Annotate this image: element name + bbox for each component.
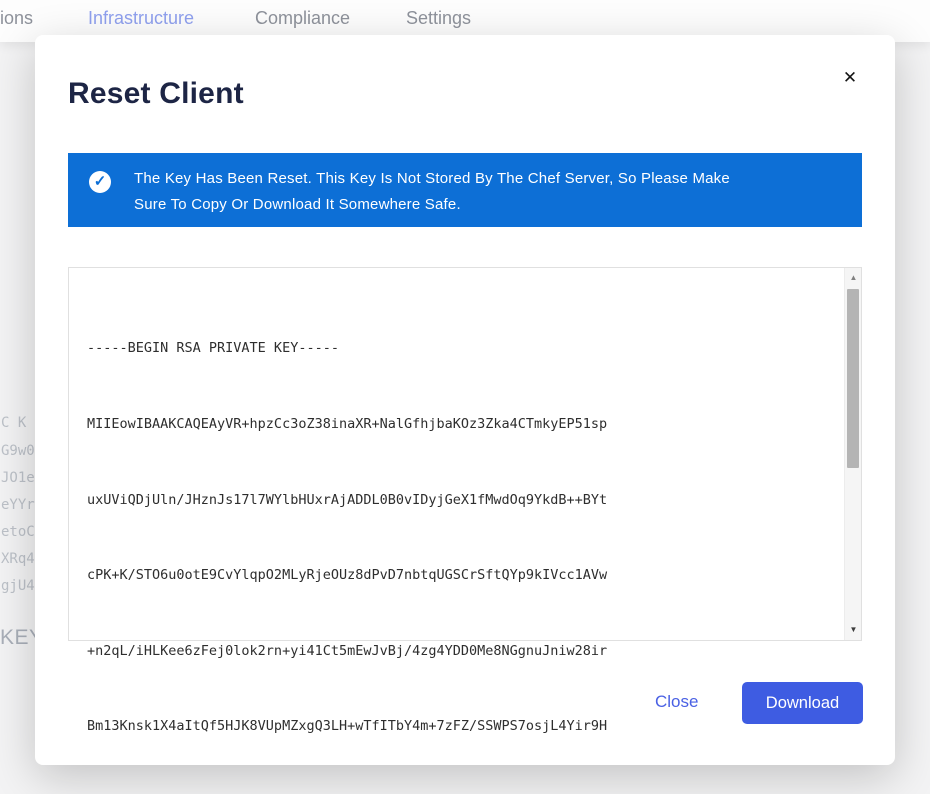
banner-message-line2: Sure To Copy Or Download It Somewhere Sa… bbox=[134, 192, 730, 218]
key-line: -----BEGIN RSA PRIVATE KEY----- bbox=[87, 336, 837, 361]
check-circle-icon: ✓ bbox=[89, 171, 111, 193]
banner-message-line1: The Key Has Been Reset. This Key Is Not … bbox=[134, 166, 730, 192]
background-key-fragment: JO1e bbox=[1, 470, 35, 486]
success-banner: ✓ The Key Has Been Reset. This Key Is No… bbox=[68, 153, 862, 227]
key-line: MIIEowIBAAKCAQEAyVR+hpzCc3oZ38inaXR+NalG… bbox=[87, 412, 837, 437]
nav-item-infrastructure[interactable]: Infrastructure bbox=[88, 8, 194, 29]
background-key-fragment: etoC bbox=[1, 524, 35, 540]
modal-title: Reset Client bbox=[68, 77, 244, 111]
private-key-textarea[interactable]: -----BEGIN RSA PRIVATE KEY----- MIIEowIB… bbox=[68, 267, 862, 641]
reset-client-modal: Reset Client ✕ ✓ The Key Has Been Reset.… bbox=[35, 35, 895, 765]
background-key-fragment: C K bbox=[1, 415, 26, 431]
download-button[interactable]: Download bbox=[742, 682, 863, 724]
background-key-fragment: eYYr bbox=[1, 497, 35, 513]
key-line: Bm13Knsk1X4aItQf5HJK8VUpMZxgQ3LH+wTfITbY… bbox=[87, 714, 837, 739]
key-line: +n2qL/iHLKee6zFej0lok2rn+yi41Ct5mEwJvBj/… bbox=[87, 639, 837, 664]
background-key-fragment: gjU4 bbox=[1, 578, 35, 594]
scroll-down-icon[interactable]: ▼ bbox=[845, 622, 862, 638]
nav-item-settings[interactable]: Settings bbox=[406, 8, 471, 29]
private-key-text: -----BEGIN RSA PRIVATE KEY----- MIIEowIB… bbox=[87, 286, 837, 794]
key-line: cPK+K/STO6u0otE9CvYlqpO2MLyRjeOUz8dPvD7n… bbox=[87, 563, 837, 588]
scrollbar-track[interactable]: ▲ ▼ bbox=[844, 268, 861, 640]
key-line: KRWSJGMqfXM3kTQpvdL10NK3D0NUYVF5tnuOmQID… bbox=[87, 790, 837, 794]
nav-item-applications-partial[interactable]: ions bbox=[0, 8, 33, 29]
scroll-up-icon[interactable]: ▲ bbox=[845, 270, 862, 286]
background-key-fragment: G9w0 bbox=[1, 443, 35, 459]
banner-message: The Key Has Been Reset. This Key Is Not … bbox=[134, 166, 730, 218]
scrollbar-thumb[interactable] bbox=[847, 289, 859, 468]
nav-item-compliance[interactable]: Compliance bbox=[255, 8, 350, 29]
key-line: uxUViQDjUln/JHznJs17l7WYlbHUxrAjADDL0B0v… bbox=[87, 488, 837, 513]
background-key-fragment: XRq4 bbox=[1, 551, 35, 567]
close-icon[interactable]: ✕ bbox=[839, 67, 861, 89]
close-button[interactable]: Close bbox=[655, 692, 698, 712]
